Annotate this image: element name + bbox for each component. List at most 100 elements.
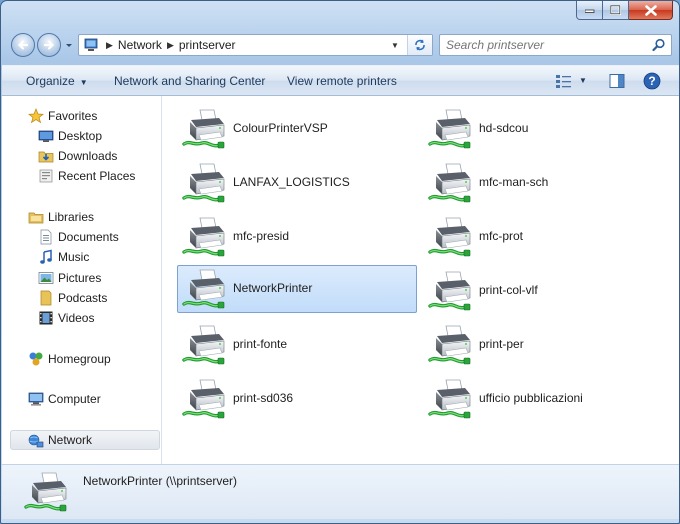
- nav-libraries-label: Libraries: [48, 210, 95, 224]
- nav-pictures-label: Pictures: [58, 271, 102, 285]
- nav-homegroup-label: Homegroup: [48, 352, 111, 366]
- navigation-bar: ▶ Network ▶ printserver ▼: [1, 31, 679, 61]
- nav-podcasts-label: Podcasts: [58, 291, 108, 305]
- back-arrow-icon: [17, 40, 29, 50]
- podcasts-folder-icon: [40, 290, 52, 306]
- nav-podcasts[interactable]: Podcasts: [2, 288, 160, 308]
- pictures-icon: [38, 272, 54, 284]
- explorer-window: ▶ Network ▶ printserver ▼ Search printse…: [0, 0, 680, 524]
- nav-pictures[interactable]: Pictures: [2, 268, 160, 288]
- view-remote-printers-button[interactable]: View remote printers: [287, 74, 397, 88]
- printer-name: print-per: [479, 337, 524, 351]
- printer-name: LANFAX_LOGISTICS: [233, 175, 350, 189]
- printer-name: mfc-man-sch: [479, 175, 549, 189]
- network-printer-icon: [428, 322, 474, 368]
- view-options-dropdown-icon[interactable]: ▼: [579, 76, 587, 85]
- network-printer-icon: [182, 266, 228, 312]
- nav-network-label: Network: [48, 433, 93, 447]
- printer-tile[interactable]: print-fonte: [177, 321, 417, 369]
- chevron-down-icon: ▼: [79, 78, 88, 87]
- command-bar: Organize ▼ Network and Sharing Center Vie…: [2, 65, 679, 96]
- maximize-icon: [610, 5, 621, 15]
- nav-videos[interactable]: Videos: [2, 308, 160, 328]
- search-icon[interactable]: [652, 38, 666, 52]
- network-printer-icon: [182, 106, 228, 152]
- printer-tile-selected[interactable]: NetworkPrinter: [177, 265, 417, 313]
- printer-tile[interactable]: ufficio pubblicazioni: [423, 375, 663, 423]
- downloads-folder-icon: [38, 151, 54, 163]
- nav-computer[interactable]: Computer: [2, 389, 160, 409]
- nav-desktop[interactable]: Desktop: [2, 126, 160, 146]
- printer-name: ColourPrinterVSP: [233, 121, 328, 135]
- network-icon: [28, 434, 44, 448]
- printer-name: ufficio pubblicazioni: [479, 391, 583, 405]
- network-printer-icon: [182, 160, 228, 206]
- close-button[interactable]: [629, 1, 673, 20]
- printer-tile[interactable]: ColourPrinterVSP: [177, 105, 417, 153]
- back-button[interactable]: [11, 33, 35, 57]
- printer-tile[interactable]: mfc-presid: [177, 213, 417, 261]
- change-view-icon[interactable]: [555, 73, 573, 89]
- recent-pages-dropdown-icon[interactable]: [64, 40, 74, 50]
- printer-tile[interactable]: mfc-man-sch: [423, 159, 663, 207]
- printer-tile[interactable]: LANFAX_LOGISTICS: [177, 159, 417, 207]
- details-pane: NetworkPrinter (\\printserver): [2, 464, 679, 519]
- network-printer-icon: [428, 160, 474, 206]
- refresh-button[interactable]: [407, 35, 432, 55]
- recent-places-icon: [39, 169, 53, 183]
- preview-pane-icon[interactable]: [609, 73, 625, 89]
- nav-recent-places[interactable]: Recent Places: [2, 166, 160, 186]
- printer-name: mfc-presid: [233, 229, 290, 243]
- network-printer-icon: [428, 106, 474, 152]
- breadcrumb-network[interactable]: Network: [118, 38, 162, 52]
- details-printer-label: NetworkPrinter (\\printserver): [83, 474, 238, 488]
- videos-filmstrip-icon: [39, 311, 53, 325]
- breadcrumb-separator-icon[interactable]: ▶: [106, 40, 113, 51]
- maximize-button[interactable]: [603, 1, 629, 20]
- desktop-icon: [38, 130, 54, 142]
- network-printer-icon: [428, 268, 474, 314]
- svg-text:?: ?: [648, 74, 655, 88]
- printer-tile[interactable]: print-col-vlf: [423, 267, 663, 315]
- window-caption-buttons: [576, 1, 673, 21]
- nav-libraries[interactable]: Libraries: [2, 207, 160, 227]
- forward-button[interactable]: [37, 33, 61, 57]
- search-box[interactable]: [439, 34, 672, 56]
- network-printer-icon: [428, 214, 474, 260]
- breadcrumb-printserver[interactable]: printserver: [179, 38, 236, 52]
- network-printer-icon: [182, 322, 228, 368]
- star-icon: [28, 108, 44, 124]
- nav-downloads[interactable]: Downloads: [2, 146, 160, 166]
- printer-tile[interactable]: print-sd036: [177, 375, 417, 423]
- homegroup-icon: [29, 352, 43, 366]
- network-sharing-center-button[interactable]: Network and Sharing Center: [114, 74, 265, 88]
- printer-name: print-fonte: [233, 337, 288, 351]
- breadcrumb-separator-icon[interactable]: ▶: [167, 40, 174, 51]
- printer-tile[interactable]: mfc-prot: [423, 213, 663, 261]
- printer-tile[interactable]: print-per: [423, 321, 663, 369]
- nav-computer-label: Computer: [48, 392, 101, 406]
- nav-documents[interactable]: Documents: [2, 227, 160, 247]
- printer-list: ColourPrinterVSP hd-sdcou LANFAX_LOGISTI…: [163, 96, 679, 464]
- network-printer-icon: [428, 376, 474, 422]
- nav-network[interactable]: Network: [10, 430, 160, 450]
- nav-favorites[interactable]: Favorites: [2, 106, 160, 126]
- navigation-pane: Favorites Desktop Downloads Recent Place…: [2, 96, 162, 464]
- printer-tile[interactable]: hd-sdcou: [423, 105, 663, 153]
- network-printer-icon: [182, 376, 228, 422]
- minimize-button[interactable]: [576, 1, 603, 20]
- search-input[interactable]: [446, 38, 641, 52]
- nav-videos-label: Videos: [58, 311, 95, 325]
- minimize-icon: [584, 9, 594, 13]
- address-bar[interactable]: ▶ Network ▶ printserver ▼: [78, 34, 433, 56]
- libraries-icon: [28, 212, 44, 224]
- help-icon[interactable]: ?: [643, 72, 661, 90]
- selected-printer-icon: [24, 469, 70, 515]
- printer-name: mfc-prot: [479, 229, 524, 243]
- printer-name: print-sd036: [233, 391, 294, 405]
- nav-music[interactable]: Music: [2, 247, 160, 267]
- nav-recent-places-label: Recent Places: [58, 169, 136, 183]
- nav-homegroup[interactable]: Homegroup: [2, 349, 160, 369]
- organize-button[interactable]: Organize ▼: [26, 74, 88, 88]
- address-dropdown-icon[interactable]: ▼: [386, 35, 404, 55]
